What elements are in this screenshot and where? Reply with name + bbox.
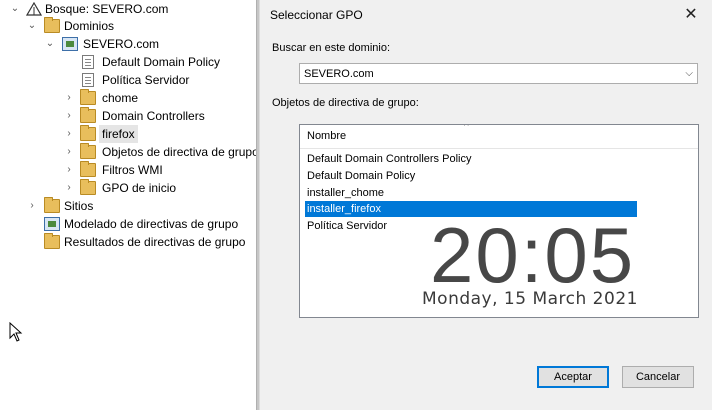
forest-label: Bosque: SEVERO.com [45, 2, 169, 16]
column-header-label: Nombre [307, 130, 347, 142]
chevron-down-icon[interactable]: ⌵ [685, 64, 693, 84]
folder-icon [44, 17, 60, 33]
search-domain-label: Buscar en este dominio: [272, 42, 391, 54]
collapse-arrow-icon[interactable]: ⌄ [10, 0, 20, 18]
gpo-list-label: Objetos de directiva de grupo: [272, 97, 419, 109]
tree-item-label: Domain Controllers [102, 109, 205, 123]
tree-item-politica-servidor[interactable]: Política Servidor [0, 71, 250, 89]
collapse-arrow-icon[interactable]: ⌄ [45, 35, 55, 53]
desktop-clock-date: Monday, 15 March 2021 [422, 289, 638, 309]
gpo-row[interactable]: installer_chome [305, 185, 637, 201]
expand-arrow-icon[interactable]: › [27, 197, 37, 215]
tree-node-domains[interactable]: ⌄ Dominios [0, 17, 250, 35]
tree-node-modeling[interactable]: Modelado de directivas de grupo [0, 215, 250, 233]
gpo-list[interactable]: ^ Nombre Default Domain Controllers Poli… [299, 124, 699, 318]
folder-icon [44, 197, 60, 213]
tree-item-label: Política Servidor [102, 73, 190, 87]
forest-icon [25, 1, 43, 16]
tree-item-label: GPO de inicio [102, 181, 177, 195]
ou-folder-icon [80, 125, 96, 141]
tree-item-label-selected: firefox [99, 125, 138, 143]
expand-arrow-icon[interactable]: › [64, 89, 74, 107]
tree-item-label: chome [102, 91, 139, 105]
gpmc-tree-pane: ⌄ Bosque: SEVERO.com ⌄ Dominios ⌄ SEVERO… [0, 0, 256, 410]
expand-arrow-icon[interactable]: › [64, 125, 74, 143]
tree-item-label: Default Domain Policy [102, 55, 221, 69]
tree-item-chome[interactable]: › chome [0, 89, 250, 107]
folder-icon [80, 161, 96, 177]
ou-folder-icon [80, 89, 96, 105]
select-gpo-dialog: Seleccionar GPO ✕ Buscar en este dominio… [260, 0, 712, 410]
dialog-title: Seleccionar GPO [270, 8, 363, 22]
accept-button[interactable]: Aceptar [537, 366, 609, 388]
tree-node-forest[interactable]: ⌄ Bosque: SEVERO.com [0, 0, 250, 18]
expand-arrow-icon[interactable]: › [64, 107, 74, 125]
domain-select-value: SEVERO.com [304, 68, 374, 80]
tree-item-default-domain-policy[interactable]: Default Domain Policy [0, 53, 250, 71]
results-label: Resultados de directivas de grupo [64, 235, 246, 249]
expand-arrow-icon[interactable]: › [64, 143, 74, 161]
gpo-link-icon [82, 73, 94, 87]
collapse-arrow-icon[interactable]: ⌄ [27, 17, 37, 35]
sites-label: Sitios [64, 199, 94, 213]
gpo-link-icon [82, 55, 94, 69]
tree-item-wmi-filters[interactable]: › Filtros WMI [0, 161, 250, 179]
column-header-name[interactable]: ^ Nombre [300, 125, 698, 149]
folder-icon [80, 143, 96, 159]
tree-item-firefox[interactable]: › firefox [0, 125, 250, 143]
desktop-clock-time: 20:05 [430, 211, 636, 299]
cancel-button[interactable]: Cancelar [622, 366, 694, 388]
expand-arrow-icon[interactable]: › [64, 161, 74, 179]
gpo-row[interactable]: Default Domain Controllers Policy [305, 151, 637, 167]
folder-icon [80, 179, 96, 195]
tree-node-domain[interactable]: ⌄ SEVERO.com [0, 35, 250, 53]
domain-select[interactable]: SEVERO.com ⌵ [299, 63, 698, 84]
gpo-row[interactable]: Default Domain Policy [305, 168, 637, 184]
close-icon[interactable]: ✕ [676, 2, 706, 28]
modeling-icon [44, 217, 60, 231]
domains-label: Dominios [64, 19, 115, 33]
modeling-label: Modelado de directivas de grupo [64, 217, 239, 231]
tree-node-sites[interactable]: › Sitios [0, 197, 250, 215]
tree-item-gpo-objects[interactable]: › Objetos de directiva de grupo [0, 143, 256, 161]
results-icon [44, 233, 60, 249]
ou-folder-icon [80, 107, 96, 123]
mouse-cursor-icon [9, 322, 23, 342]
tree-node-results[interactable]: Resultados de directivas de grupo [0, 233, 250, 251]
tree-item-starter-gpos[interactable]: › GPO de inicio [0, 179, 250, 197]
tree-item-label: Objetos de directiva de grupo [102, 145, 256, 159]
tree-item-label: Filtros WMI [102, 163, 163, 177]
sort-ascending-icon: ^ [464, 124, 469, 132]
domain-label: SEVERO.com [83, 37, 160, 51]
tree-item-domain-controllers[interactable]: › Domain Controllers [0, 107, 250, 125]
expand-arrow-icon[interactable]: › [64, 179, 74, 197]
domain-icon [62, 37, 78, 51]
